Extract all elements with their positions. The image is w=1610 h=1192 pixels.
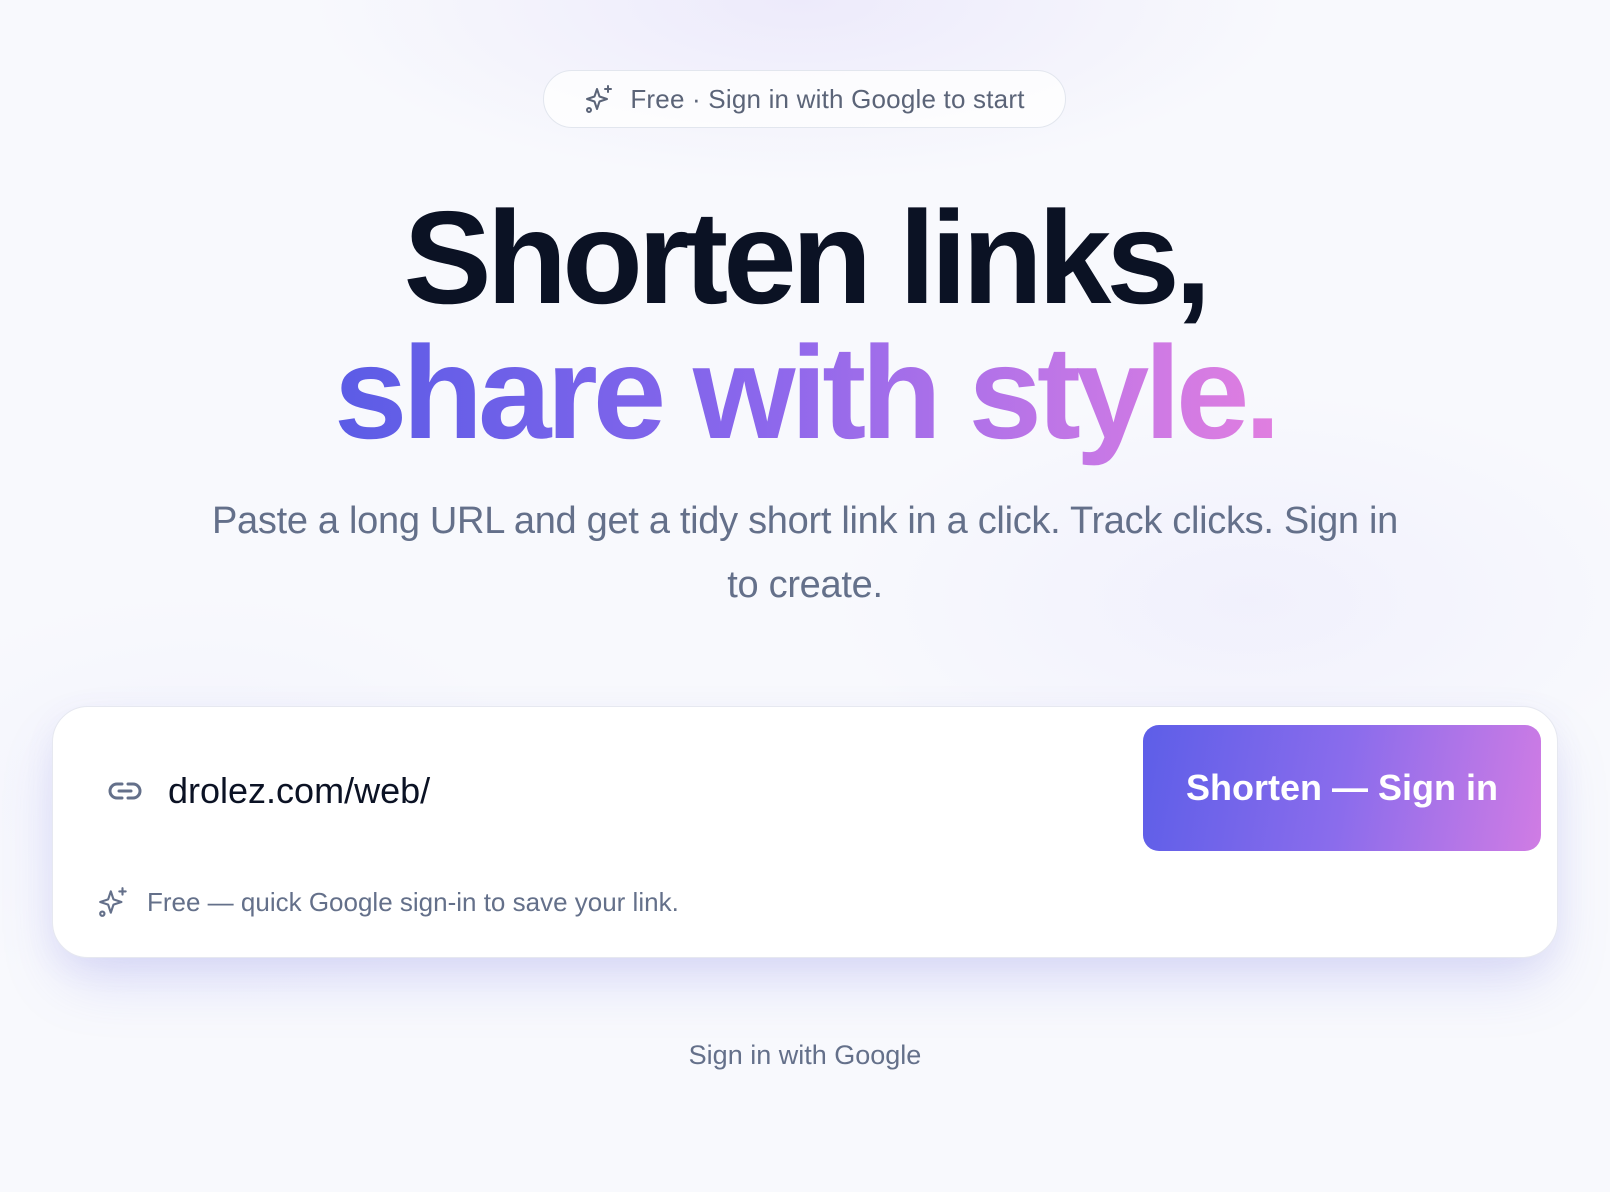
link-icon [105, 771, 145, 811]
card-note-text: Free — quick Google sign-in to save your… [147, 886, 679, 917]
shorten-signin-button[interactable]: Shorten — Sign in [1143, 725, 1541, 851]
badge-text: Free · Sign in with Google to start [630, 83, 1025, 114]
hero-subtitle: Paste a long URL and get a tidy short li… [211, 500, 1398, 606]
shortener-card: Shorten — Sign in Free — quick Google si… [52, 706, 1558, 958]
sign-in-with-google-link[interactable]: Sign in with Google [0, 1040, 1610, 1071]
free-signin-badge: Free · Sign in with Google to start [543, 70, 1066, 128]
headline-line2: share with style. [0, 318, 1610, 468]
url-input[interactable] [168, 761, 1068, 821]
headline-gradient-text: share with style. [333, 319, 1281, 466]
sparkles-icon [97, 885, 131, 919]
card-note: Free — quick Google sign-in to save your… [97, 885, 679, 919]
sparkles-icon [584, 83, 616, 115]
headline-line1: Shorten links, [403, 184, 1212, 331]
